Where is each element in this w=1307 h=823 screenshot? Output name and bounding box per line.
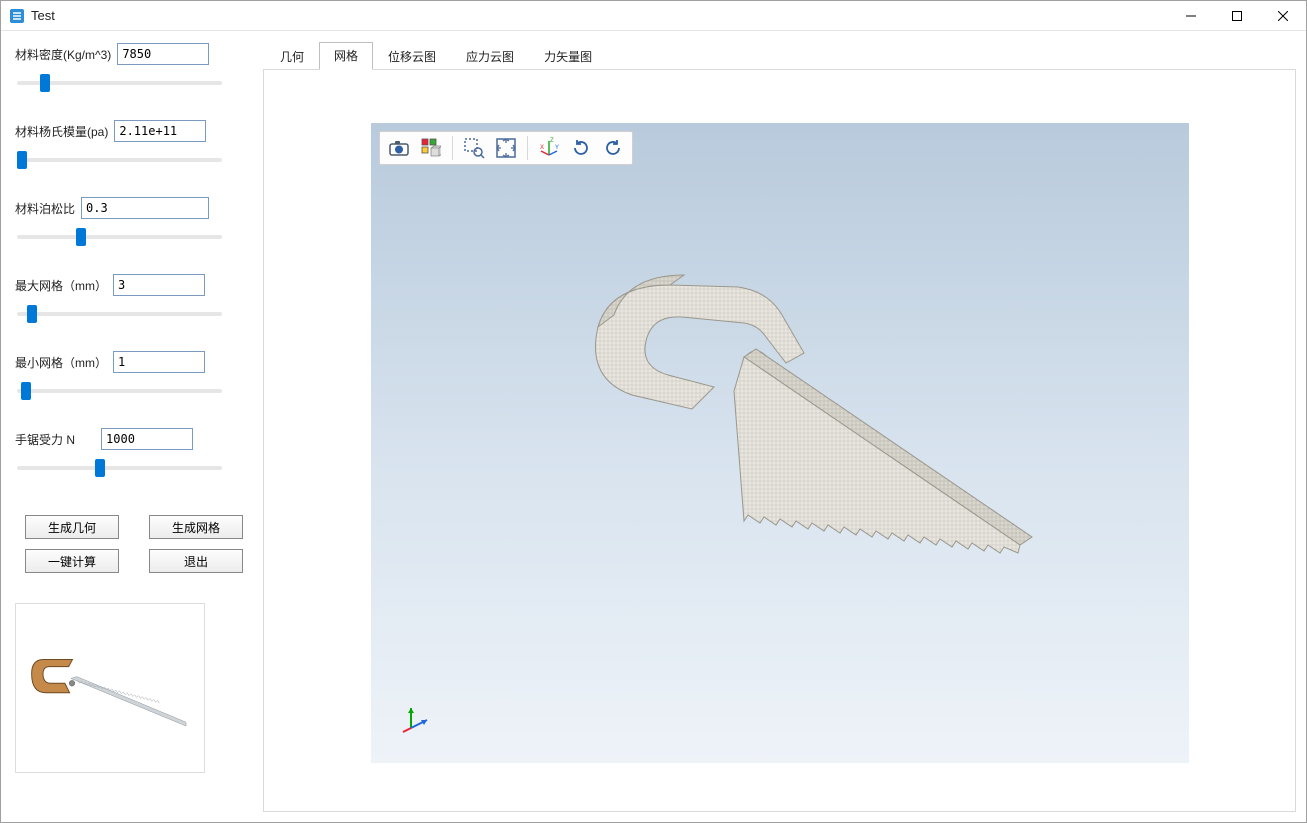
poisson-slider[interactable] [17,227,222,247]
min-mesh-input[interactable] [113,351,205,373]
param-label: 最小网格（mm） [15,354,107,371]
title-bar: Test [1,1,1306,31]
parameters-panel: 材料密度(Kg/m^3) 材料杨氏模量(pa) 材料泊松比 [15,43,253,812]
app-window: Test 材料密度(Kg/m^3) 材料杨氏模量(pa) [0,0,1307,823]
toolbar-separator-icon [527,136,528,160]
param-label: 手锯受力 N [15,431,75,448]
tab-mesh[interactable]: 网格 [319,42,373,70]
svg-text:Z: Z [550,138,554,144]
poisson-input[interactable] [81,197,209,219]
param-label: 最大网格（mm） [15,277,107,294]
svg-text:X: X [540,145,544,151]
tab-disp[interactable]: 位移云图 [373,43,451,70]
toolbar-separator-icon [452,136,453,160]
viewport-3d[interactable]: ZX Y [371,123,1189,763]
param-density: 材料密度(Kg/m^3) [15,43,253,96]
app-icon [9,8,25,24]
exit-button[interactable]: 退出 [149,549,243,573]
generate-mesh-button[interactable]: 生成网格 [149,515,243,539]
param-young: 材料杨氏模量(pa) [15,120,253,173]
minimize-button[interactable] [1168,1,1214,31]
axis-triad-icon [401,703,431,733]
camera-icon[interactable] [384,134,414,162]
maximize-button[interactable] [1214,1,1260,31]
right-panel: 几何 网格 位移云图 应力云图 力矢量图 [263,43,1296,812]
tab-stress[interactable]: 应力云图 [451,43,529,70]
param-force: 手锯受力 N [15,428,253,481]
window-title: Test [31,8,55,23]
param-label: 材料泊松比 [15,200,75,217]
max-mesh-slider[interactable] [17,304,222,324]
mesh-model [520,245,1040,605]
action-buttons: 生成几何 生成网格 一键计算 退出 [15,515,253,573]
tab-content: ZX Y [263,69,1296,812]
generate-geometry-button[interactable]: 生成几何 [25,515,119,539]
rotate-ccw-icon[interactable] [598,134,628,162]
axis-icon[interactable]: ZX Y [534,134,564,162]
param-label: 材料杨氏模量(pa) [15,123,108,140]
young-slider[interactable] [17,150,222,170]
zoom-area-icon[interactable] [459,134,489,162]
compute-button[interactable]: 一键计算 [25,549,119,573]
fit-view-icon[interactable] [491,134,521,162]
multi-view-icon[interactable] [416,134,446,162]
rotate-cw-icon[interactable] [566,134,596,162]
young-input[interactable] [114,120,206,142]
tab-force[interactable]: 力矢量图 [529,43,607,70]
param-min-mesh: 最小网格（mm） [15,351,253,404]
force-input[interactable] [101,428,193,450]
min-mesh-slider[interactable] [17,381,222,401]
svg-text:Y: Y [555,145,559,151]
density-slider[interactable] [17,73,222,93]
tab-geom[interactable]: 几何 [265,43,319,70]
close-button[interactable] [1260,1,1306,31]
max-mesh-input[interactable] [113,274,205,296]
force-slider[interactable] [17,458,222,478]
param-poisson: 材料泊松比 [15,197,253,250]
model-preview [15,603,205,773]
density-input[interactable] [117,43,209,65]
tabs: 几何 网格 位移云图 应力云图 力矢量图 [265,43,1296,69]
client-area: 材料密度(Kg/m^3) 材料杨氏模量(pa) 材料泊松比 [1,31,1306,822]
param-label: 材料密度(Kg/m^3) [15,46,111,63]
viewport-toolbar: ZX Y [379,131,633,165]
param-max-mesh: 最大网格（mm） [15,274,253,327]
